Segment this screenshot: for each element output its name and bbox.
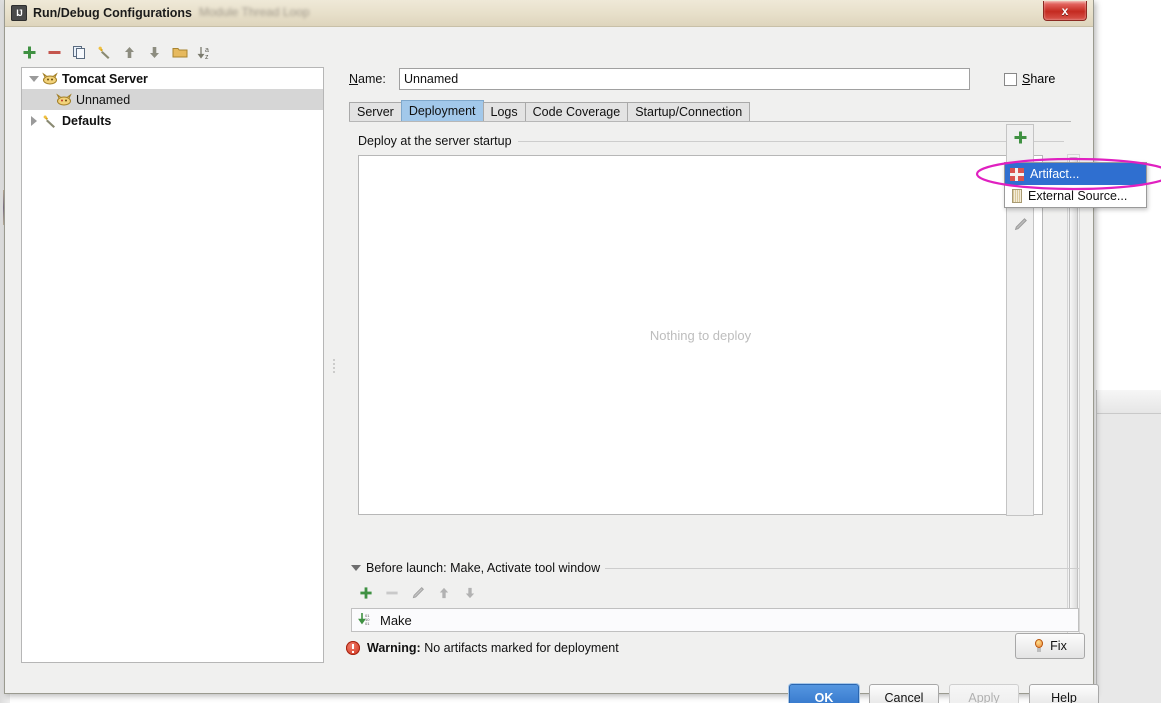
before-launch-task-row[interactable]: 01 10 01 Make xyxy=(351,608,1079,632)
menu-item-label: External Source... xyxy=(1028,189,1128,203)
empty-state-text: Nothing to deploy xyxy=(649,327,752,343)
add-deployment-popup-menu[interactable]: Artifact... External Source... xyxy=(1004,162,1147,208)
name-input[interactable]: Unnamed xyxy=(399,68,970,90)
scrollbar-thumb[interactable] xyxy=(1069,157,1078,622)
tomcat-icon xyxy=(41,71,58,86)
task-label: Make xyxy=(380,612,412,628)
fix-button-label: Fix xyxy=(1050,639,1067,653)
configurations-toolbar: az xyxy=(21,39,321,65)
editor-tabs: Server Deployment Logs Code Coverage Sta… xyxy=(349,100,1079,121)
before-launch-header[interactable]: Before launch: Make, Activate tool windo… xyxy=(351,560,1079,576)
dialog-body: az Tomcat Server Unnamed Defaults Name: … xyxy=(5,27,1099,703)
add-configuration-button[interactable] xyxy=(21,44,38,61)
section-divider xyxy=(605,567,1079,569)
remove-configuration-button[interactable] xyxy=(46,44,63,61)
edit-deployment-button[interactable] xyxy=(1011,215,1029,233)
create-folder-button[interactable] xyxy=(171,44,188,61)
tree-item-label: Defaults xyxy=(62,113,112,128)
menu-item-external-source[interactable]: External Source... xyxy=(1005,185,1146,207)
error-circle-icon xyxy=(346,641,360,655)
cancel-button[interactable]: Cancel xyxy=(869,684,939,703)
warning-prefix: Warning: xyxy=(367,641,421,655)
before-launch-section: Before launch: Make, Activate tool windo… xyxy=(351,560,1079,632)
move-up-button[interactable] xyxy=(121,44,138,61)
tree-item-label: Unnamed xyxy=(76,92,131,107)
move-down-button[interactable] xyxy=(146,44,163,61)
deployment-list[interactable]: Nothing to deploy xyxy=(358,155,1043,515)
background-window-toolbar xyxy=(1096,390,1161,413)
ok-button[interactable]: OK xyxy=(789,684,859,703)
tab-code-coverage[interactable]: Code Coverage xyxy=(524,102,629,121)
make-icon: 01 10 01 xyxy=(358,612,374,629)
collapse-icon[interactable] xyxy=(351,565,361,571)
lightbulb-icon xyxy=(1033,639,1045,653)
wrench-icon xyxy=(41,113,58,128)
menu-item-label: Artifact... xyxy=(1030,167,1080,181)
splitter-grip-icon xyxy=(333,357,339,375)
add-deployment-button[interactable] xyxy=(1011,128,1029,146)
copy-configuration-button[interactable] xyxy=(71,44,88,61)
tab-deployment[interactable]: Deployment xyxy=(400,100,484,121)
tab-logs[interactable]: Logs xyxy=(482,102,526,121)
apply-button: Apply xyxy=(949,684,1019,703)
warning-message: Warning: No artifacts marked for deploym… xyxy=(346,641,619,655)
edit-defaults-button[interactable] xyxy=(96,44,113,61)
screen: Run/Debug Configurations Module Thread L… xyxy=(0,0,1161,703)
name-row: Name: Unnamed Share xyxy=(349,67,1084,91)
tree-item-defaults[interactable]: Defaults xyxy=(22,110,323,131)
close-button[interactable]: x xyxy=(1043,1,1087,21)
dialog-titlebar: Run/Debug Configurations Module Thread L… xyxy=(5,0,1093,27)
configurations-tree[interactable]: Tomcat Server Unnamed Defaults xyxy=(21,67,324,663)
tab-startup-connection[interactable]: Startup/Connection xyxy=(627,102,751,121)
before-launch-label: Before launch: Make, Activate tool windo… xyxy=(366,561,601,575)
share-label: Share xyxy=(1022,72,1056,86)
run-debug-configurations-dialog: Run/Debug Configurations Module Thread L… xyxy=(4,0,1099,703)
tree-item-label: Tomcat Server xyxy=(62,71,148,86)
deploy-section-header: Deploy at the server startup xyxy=(358,134,1064,148)
tree-item-unnamed[interactable]: Unnamed xyxy=(22,89,323,110)
section-divider xyxy=(517,140,1064,142)
intellij-idea-icon xyxy=(11,5,27,21)
svg-text:01: 01 xyxy=(365,621,370,626)
tomcat-icon xyxy=(55,92,72,107)
collapse-toggle-icon[interactable] xyxy=(27,115,41,126)
deployment-tab-panel: Deploy at the server startup Nothing to … xyxy=(349,121,1080,648)
share-checkbox-row[interactable]: Share xyxy=(1004,72,1055,86)
external-source-icon xyxy=(1012,189,1022,203)
help-button[interactable]: Help xyxy=(1029,684,1099,703)
svg-text:z: z xyxy=(205,54,209,60)
warning-detail: No artifacts marked for deployment xyxy=(424,641,619,655)
move-task-down-button[interactable] xyxy=(463,586,477,603)
remove-task-button[interactable] xyxy=(385,586,399,603)
background-window-panel xyxy=(1096,413,1161,703)
menu-item-artifact[interactable]: Artifact... xyxy=(1005,163,1146,185)
sort-alphabetically-button[interactable]: az xyxy=(196,44,213,61)
configuration-editor-pane: Name: Unnamed Share Server Deployment Lo… xyxy=(342,33,1087,659)
expand-toggle-icon[interactable] xyxy=(27,75,41,82)
tree-item-tomcat-server[interactable]: Tomcat Server xyxy=(22,68,323,89)
dialog-button-row: OK Cancel Apply Help xyxy=(789,684,1099,703)
artifact-icon xyxy=(1010,167,1024,181)
before-launch-toolbar xyxy=(351,582,1079,606)
background-window-title-blurred: Module Thread Loop xyxy=(199,5,310,19)
fix-button[interactable]: Fix xyxy=(1015,633,1085,659)
move-task-up-button[interactable] xyxy=(437,586,451,603)
deploy-section-label: Deploy at the server startup xyxy=(358,134,512,148)
share-checkbox[interactable] xyxy=(1004,72,1017,86)
tab-server[interactable]: Server xyxy=(349,102,402,121)
panel-splitter[interactable] xyxy=(330,67,342,663)
add-task-button[interactable] xyxy=(359,586,373,603)
name-label: Name: xyxy=(349,72,386,86)
edit-task-button[interactable] xyxy=(411,586,425,603)
dialog-title: Run/Debug Configurations xyxy=(33,6,193,20)
svg-text:a: a xyxy=(205,47,209,54)
warning-text: Warning: No artifacts marked for deploym… xyxy=(367,641,619,655)
